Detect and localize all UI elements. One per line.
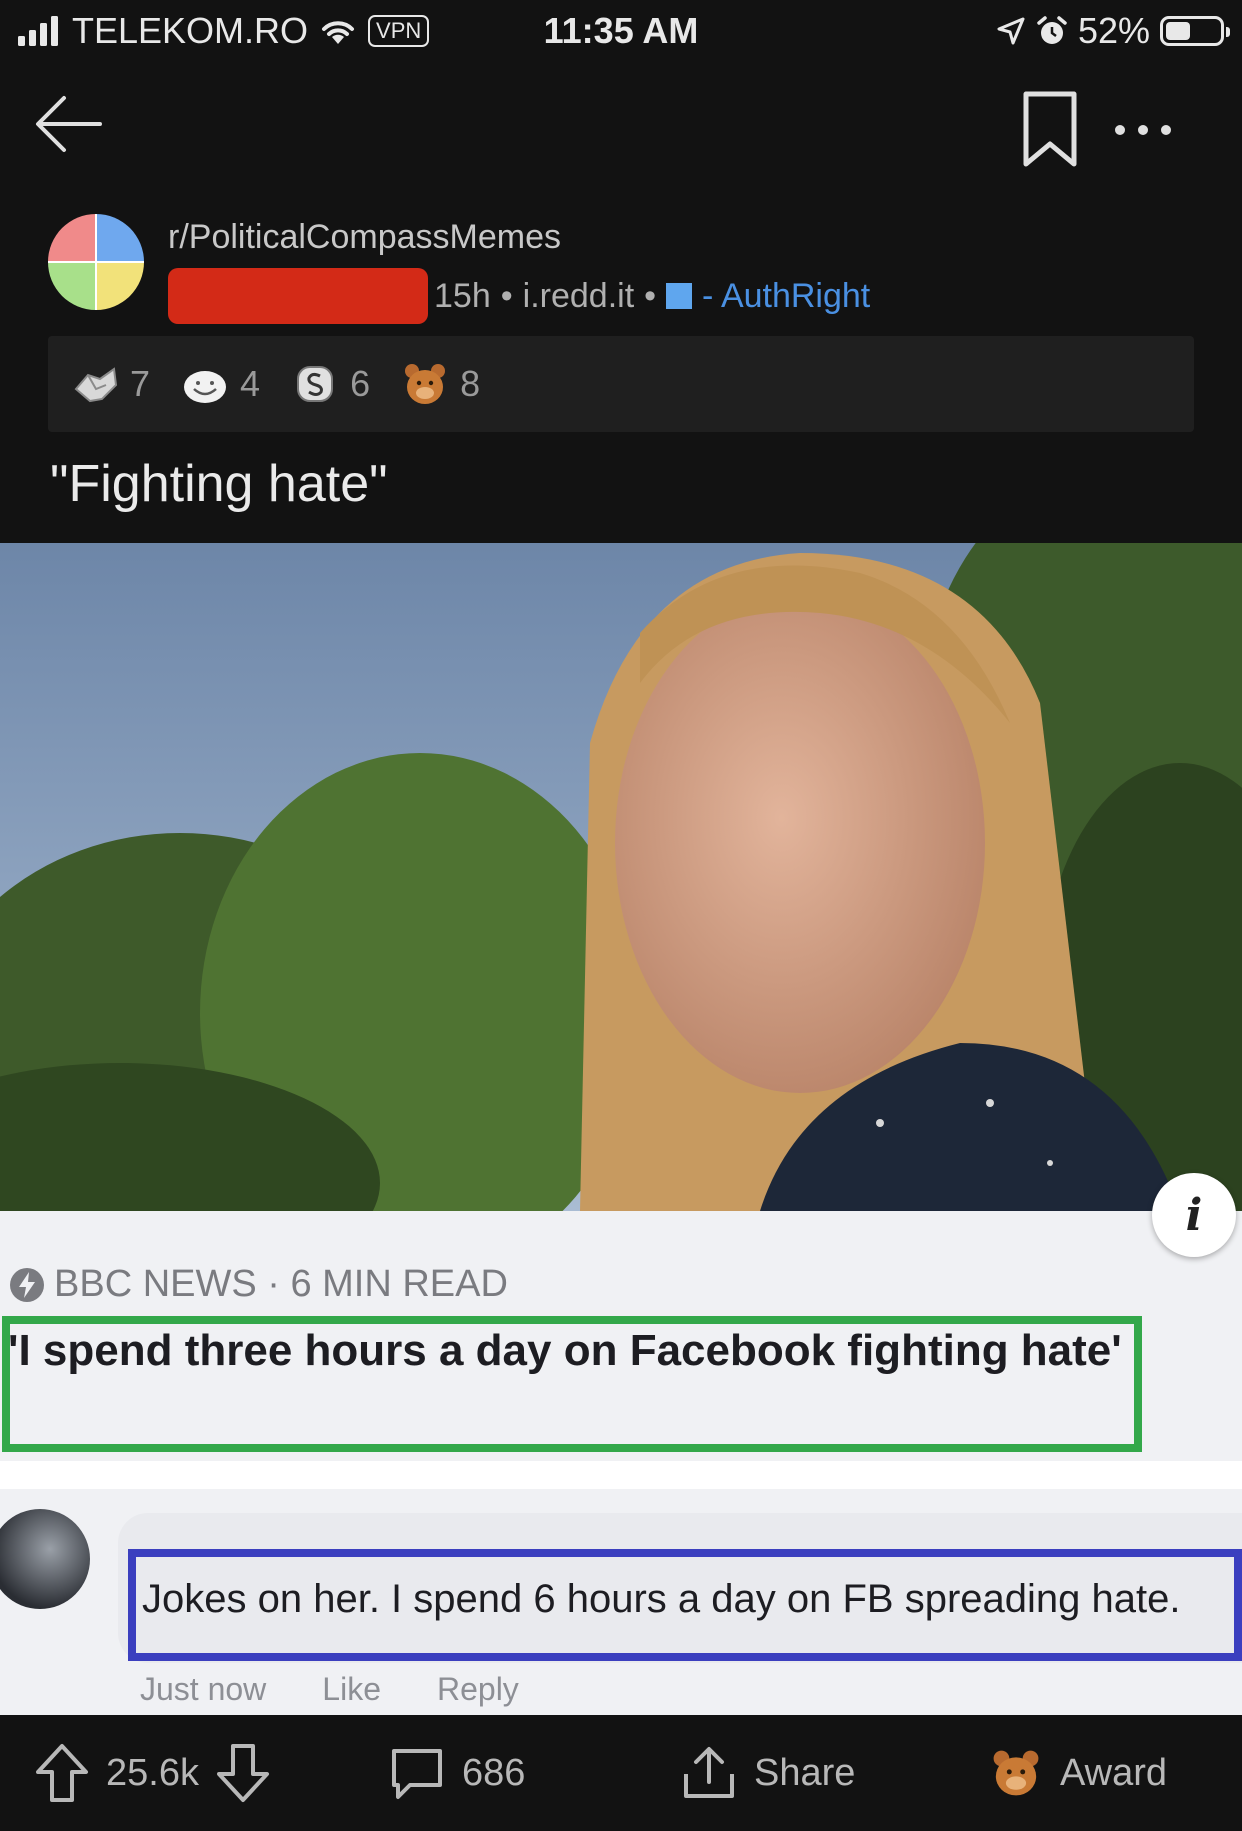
post-domain[interactable]: i.redd.it xyxy=(523,277,635,316)
award-count: 6 xyxy=(350,363,371,404)
status-bar: TELEKOM.RO VPN 11:35 AM 52% xyxy=(0,0,1242,62)
redacted-username xyxy=(168,268,428,324)
comment-icon xyxy=(392,1749,442,1799)
awards-bar[interactable]: 7 4 6 8 xyxy=(48,336,1194,432)
award-count: 8 xyxy=(460,363,481,404)
bookmark-button[interactable] xyxy=(1018,90,1082,170)
smile-award-icon xyxy=(184,371,227,403)
award-item: 8 xyxy=(400,359,480,409)
comment-text: Jokes on her. I spend 6 hours a day on F… xyxy=(142,1577,1181,1621)
downvote-icon[interactable] xyxy=(215,1742,271,1804)
share-button[interactable]: Share xyxy=(680,1715,855,1831)
meta-separator: • xyxy=(500,276,513,315)
flair-square-icon xyxy=(666,283,693,309)
location-icon xyxy=(997,17,1025,45)
post-header: r/PoliticalCompassMemes 15h • i.redd.it … xyxy=(48,214,1198,324)
card-divider xyxy=(0,1461,1242,1489)
comment-timestamp: Just now xyxy=(140,1671,267,1707)
post-action-bar: 25.6k 686 Share Award xyxy=(0,1715,1242,1831)
post-meta: 15h • i.redd.it • - AuthRight xyxy=(168,268,870,324)
bear-award-icon xyxy=(993,1750,1039,1796)
award-item: 6 xyxy=(290,359,370,409)
top-nav xyxy=(0,70,1242,180)
more-icon xyxy=(1115,125,1171,135)
news-photo xyxy=(0,543,1242,1211)
comment-actions: Just now Like Reply xyxy=(140,1671,519,1708)
award-item: 4 xyxy=(180,359,260,409)
back-button[interactable] xyxy=(30,84,110,164)
vote-group: 25.6k xyxy=(34,1715,271,1831)
comment-reply: Reply xyxy=(436,1671,519,1707)
bear-award-icon xyxy=(405,364,446,404)
battery-level xyxy=(1166,22,1191,40)
more-options-button[interactable] xyxy=(1108,110,1178,150)
award-count: 4 xyxy=(240,363,261,404)
post-image[interactable]: i BBC NEWS · 6 MIN READ 'I spend three h… xyxy=(0,543,1242,1715)
status-right: 52% xyxy=(996,10,1230,52)
upvote-icon[interactable] xyxy=(34,1742,90,1804)
handshake-award-icon xyxy=(74,367,118,403)
user-flair: - AuthRight xyxy=(702,276,871,315)
info-icon: i xyxy=(1152,1173,1236,1257)
coin-award-icon xyxy=(297,366,334,402)
share-icon xyxy=(684,1747,734,1798)
award-label: Award xyxy=(1060,1751,1168,1794)
vote-count: 25.6k xyxy=(106,1751,199,1794)
award-button[interactable]: Award xyxy=(988,1715,1167,1831)
lightning-icon xyxy=(10,1267,44,1302)
news-headline: 'I spend three hours a day on Facebook f… xyxy=(8,1326,1122,1375)
bookmark-icon xyxy=(1023,91,1077,167)
comments-button[interactable]: 686 xyxy=(388,1715,525,1831)
share-label: Share xyxy=(754,1751,856,1794)
compass-icon xyxy=(48,214,144,310)
comment-like: Like xyxy=(322,1671,381,1707)
news-source-line: BBC NEWS · 6 MIN READ xyxy=(8,1263,508,1306)
back-arrow-icon xyxy=(36,96,102,152)
post-title[interactable]: "Fighting hate" xyxy=(50,454,388,514)
post-age: 15h xyxy=(434,276,491,315)
battery-icon xyxy=(1160,16,1230,46)
comment-count: 686 xyxy=(462,1751,526,1794)
award-count: 7 xyxy=(130,363,151,404)
battery-percent: 52% xyxy=(1077,10,1150,51)
meta-separator: • xyxy=(644,276,657,315)
alarm-icon xyxy=(1037,16,1067,44)
award-item: 7 xyxy=(70,359,150,409)
subreddit-avatar[interactable] xyxy=(48,214,144,310)
subreddit-name[interactable]: r/PoliticalCompassMemes xyxy=(168,218,561,257)
news-source-text: BBC NEWS · 6 MIN READ xyxy=(54,1263,508,1305)
